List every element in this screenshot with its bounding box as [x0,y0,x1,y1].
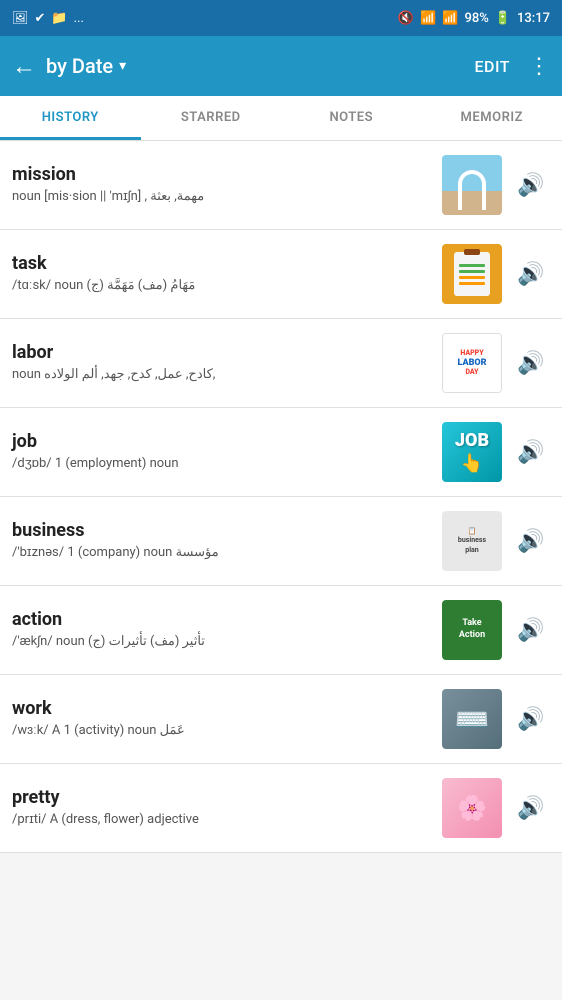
word-content-work: work /wɜːk/ A 1 (activity) noun عَمَل [12,698,432,740]
sound-button-work[interactable]: 🔊 [512,700,550,738]
list-item: job /dʒɒb/ 1 (employment) noun JOB 👆 🔊 [0,408,562,497]
app-bar-title-container[interactable]: by Date ▾ [46,54,126,78]
edit-button[interactable]: EDIT [474,57,510,76]
list-item: labor noun كادح, عمل, كدح, جهد, ألم الول… [0,319,562,408]
ellipsis-icon: ... [74,11,84,26]
signal-icon: 📶 [442,11,458,26]
sound-button-task[interactable]: 🔊 [512,255,550,293]
word-list: mission noun [mis·sion || 'mɪʃn] , مهمة,… [0,141,562,853]
tab-notes[interactable]: NOTES [281,96,422,140]
app-bar-title-text: by Date [46,54,113,78]
word-title: mission [12,164,432,185]
list-item: work /wɜːk/ A 1 (activity) noun عَمَل ⌨️… [0,675,562,764]
tab-memoriz[interactable]: MEMORIZ [422,96,562,140]
status-left-icons: 🖼 ✔ 📁 ... [12,11,84,26]
word-definition: noun [mis·sion || 'mɪʃn] , مهمة, بعثة [12,188,432,206]
word-title: pretty [12,787,432,808]
sound-button-job[interactable]: 🔊 [512,433,550,471]
battery-icon: 🔋 [495,11,511,26]
word-definition: /tɑːsk/ noun مَهَامُ (مف) مَهَمَّة (ج) [12,277,432,295]
wifi-icon: 📶 [420,11,436,26]
word-content-business: business /'bɪznəs/ 1 (company) noun مؤسس… [12,520,432,562]
word-content-pretty: pretty /prɪti/ A (dress, flower) adjecti… [12,787,432,829]
app-bar: ← by Date ▾ EDIT ⋮ [0,36,562,96]
list-item: action /'ækʃn/ noun تأثير (مف) تأثيرات (… [0,586,562,675]
list-item: mission noun [mis·sion || 'mɪʃn] , مهمة,… [0,141,562,230]
back-button[interactable]: ← [12,52,36,81]
sound-button-mission[interactable]: 🔊 [512,166,550,204]
word-image-task[interactable] [442,244,502,304]
more-options-icon[interactable]: ⋮ [528,54,550,79]
status-right-icons: 🔇 📶 📶 98% 🔋 13:17 [398,11,550,26]
word-definition: /wɜːk/ A 1 (activity) noun عَمَل [12,722,432,740]
word-image-job[interactable]: JOB 👆 [442,422,502,482]
word-content-action: action /'ækʃn/ noun تأثير (مف) تأثيرات (… [12,609,432,651]
sound-button-labor[interactable]: 🔊 [512,344,550,382]
list-item: task /tɑːsk/ noun مَهَامُ (مف) مَهَمَّة … [0,230,562,319]
word-content-mission: mission noun [mis·sion || 'mɪʃn] , مهمة,… [12,164,432,206]
tab-history[interactable]: HISTORY [0,96,141,140]
word-definition: /dʒɒb/ 1 (employment) noun [12,455,432,473]
sound-button-business[interactable]: 🔊 [512,522,550,560]
speaker-icon: 🔊 [517,351,544,376]
sound-button-pretty[interactable]: 🔊 [512,789,550,827]
tab-bar: HISTORY STARRED NOTES MEMORIZ [0,96,562,141]
word-content-job: job /dʒɒb/ 1 (employment) noun [12,431,432,473]
app-bar-right: EDIT ⋮ [474,54,550,79]
word-image-labor[interactable]: HAPPY LABOR DAY [442,333,502,393]
list-item: business /'bɪznəs/ 1 (company) noun مؤسس… [0,497,562,586]
word-title: business [12,520,432,541]
speaker-icon: 🔊 [517,707,544,732]
gallery-icon: 🖼 [12,11,29,26]
word-title: work [12,698,432,719]
mute-icon: 🔇 [398,11,414,26]
word-image-pretty[interactable]: 🌸 [442,778,502,838]
word-image-action[interactable]: TakeAction [442,600,502,660]
speaker-icon: 🔊 [517,796,544,821]
word-definition: /prɪti/ A (dress, flower) adjective [12,811,432,829]
sd-icon: 📁 [51,11,67,26]
word-image-mission[interactable] [442,155,502,215]
word-title: task [12,253,432,274]
tab-starred[interactable]: STARRED [141,96,282,140]
word-image-work[interactable]: ⌨️ [442,689,502,749]
app-bar-left: ← by Date ▾ [12,52,126,81]
sound-button-action[interactable]: 🔊 [512,611,550,649]
speaker-icon: 🔊 [517,529,544,554]
list-item: pretty /prɪti/ A (dress, flower) adjecti… [0,764,562,853]
speaker-icon: 🔊 [517,173,544,198]
speaker-icon: 🔊 [517,262,544,287]
word-content-labor: labor noun كادح, عمل, كدح, جهد, ألم الول… [12,342,432,384]
word-title: job [12,431,432,452]
word-title: labor [12,342,432,363]
chevron-down-icon: ▾ [119,58,126,74]
battery-percent: 98% [464,11,488,26]
word-definition: /'bɪznəs/ 1 (company) noun مؤسسة [12,544,432,562]
status-bar: 🖼 ✔ 📁 ... 🔇 📶 📶 98% 🔋 13:17 [0,0,562,36]
word-image-business[interactable]: 📋businessplan [442,511,502,571]
speaker-icon: 🔊 [517,618,544,643]
word-definition: /'ækʃn/ noun تأثير (مف) تأثيرات (ج) [12,633,432,651]
check-icon: ✔ [35,11,46,26]
clock: 13:17 [517,11,550,26]
word-title: action [12,609,432,630]
speaker-icon: 🔊 [517,440,544,465]
word-definition: noun كادح, عمل, كدح, جهد, ألم الولاده, [12,366,432,384]
word-content-task: task /tɑːsk/ noun مَهَامُ (مف) مَهَمَّة … [12,253,432,295]
